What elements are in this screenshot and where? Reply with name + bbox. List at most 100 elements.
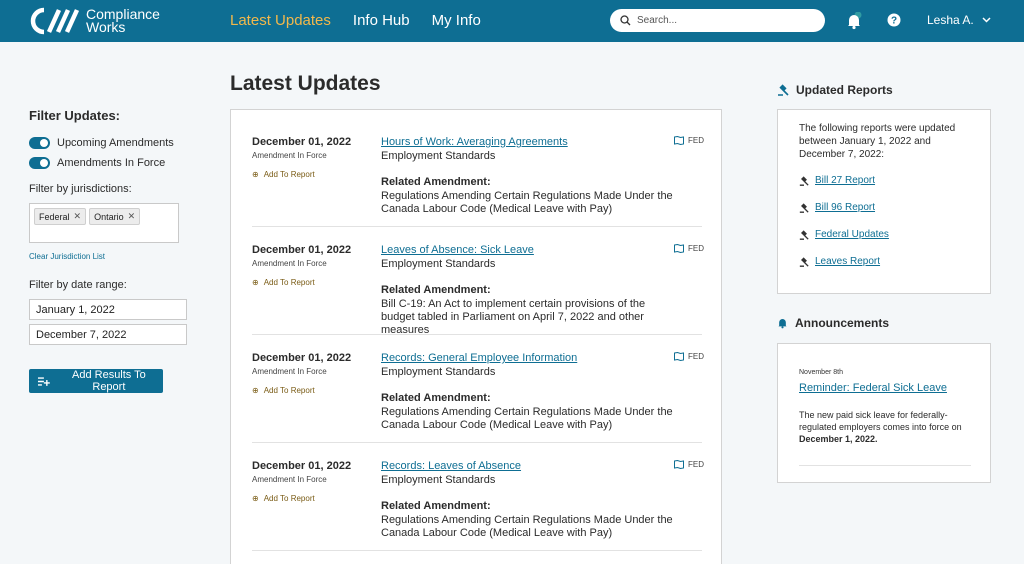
update-status: Amendment In Force xyxy=(252,367,327,376)
map-icon xyxy=(674,136,684,145)
report-link-label: Bill 96 Report xyxy=(815,202,876,213)
update-title-link[interactable]: Records: General Employee Information xyxy=(381,352,577,364)
update-item: December 01, 2022 Amendment In Force ⊕ Ad… xyxy=(252,443,704,551)
nav-my-info[interactable]: My Info xyxy=(432,12,481,29)
update-date: December 01, 2022 xyxy=(252,244,352,256)
plus-circle-icon: ⊕ xyxy=(252,494,259,503)
search-input[interactable] xyxy=(637,15,807,26)
update-date: December 01, 2022 xyxy=(252,136,352,148)
update-category: Employment Standards xyxy=(381,258,496,270)
announcement-body: The new paid sick leave for federally-re… xyxy=(799,409,971,445)
report-link[interactable]: Bill 27 Report xyxy=(799,175,875,186)
toggle-switch[interactable] xyxy=(29,137,50,149)
related-amendment-label: Related Amendment: xyxy=(381,284,491,296)
nav-info-hub[interactable]: Info Hub xyxy=(353,12,410,29)
update-category: Employment Standards xyxy=(381,366,496,378)
toggle-amendments-in-force[interactable]: Amendments In Force xyxy=(29,157,189,169)
chevron-down-icon xyxy=(982,17,991,23)
announcement-date: November 8th xyxy=(799,369,843,376)
search-box[interactable] xyxy=(610,9,825,32)
chip-label: Federal xyxy=(39,211,70,222)
jurisdiction-chip: Ontario ✕ xyxy=(89,208,141,225)
report-link-label: Bill 27 Report xyxy=(815,175,876,186)
add-results-label: Add Results To Report xyxy=(72,369,146,393)
brand-line-2: Works xyxy=(86,19,126,35)
related-amendment-label: Related Amendment: xyxy=(381,500,491,512)
update-category: Employment Standards xyxy=(381,150,496,162)
related-amendment-label: Related Amendment: xyxy=(381,392,491,404)
compliance-works-logo-icon xyxy=(30,7,80,35)
toggle-upcoming-amendments[interactable]: Upcoming Amendments xyxy=(29,137,189,149)
updated-reports-heading: Updated Reports xyxy=(777,83,893,97)
report-link[interactable]: Bill 96 Report xyxy=(799,202,875,213)
remove-icon[interactable]: ✕ xyxy=(128,211,136,222)
update-date: December 01, 2022 xyxy=(252,460,352,472)
jurisdiction-badge: FED xyxy=(674,460,704,469)
plus-circle-icon: ⊕ xyxy=(252,386,259,395)
notification-bell-icon[interactable] xyxy=(846,12,862,30)
add-to-report-link[interactable]: ⊕ Add To Report xyxy=(252,494,315,503)
update-title-link[interactable]: Hours of Work: Averaging Agreements xyxy=(381,136,568,148)
report-link-label: Federal Updates xyxy=(815,229,889,240)
report-link[interactable]: Leaves Report xyxy=(799,256,880,267)
add-list-icon xyxy=(37,376,50,386)
toggle-label: Upcoming Amendments xyxy=(57,137,174,149)
related-amendment-label: Related Amendment: xyxy=(381,176,491,188)
update-item: December 01, 2022 Amendment In Force ⊕ Ad… xyxy=(252,335,704,443)
announcement-body-text: The new paid sick leave for federally-re… xyxy=(799,410,962,432)
clear-jurisdiction-link[interactable]: Clear Jurisdiction List xyxy=(29,252,189,261)
update-category: Employment Standards xyxy=(381,474,496,486)
add-to-report-label: Add To Report xyxy=(263,494,315,503)
updates-list: December 01, 2022 Amendment In Force ⊕ Ad… xyxy=(230,109,722,564)
related-amendment-text: Regulations Amending Certain Regulations… xyxy=(381,190,673,215)
add-to-report-link[interactable]: ⊕ Add To Report xyxy=(252,170,315,179)
jurisdiction-badge: FED xyxy=(674,244,704,253)
jurisdiction-select[interactable]: Federal ✕ Ontario ✕ xyxy=(29,203,179,243)
jurisdiction-code: FED xyxy=(688,244,704,253)
jurisdiction-badge: FED xyxy=(674,136,704,145)
gavel-icon xyxy=(778,84,789,96)
add-to-report-link[interactable]: ⊕ Add To Report xyxy=(252,278,315,287)
update-title-link[interactable]: Leaves of Absence: Sick Leave xyxy=(381,244,534,256)
update-item: December 01, 2022 Amendment In Force ⊕ Ad… xyxy=(252,119,704,227)
update-status: Amendment In Force xyxy=(252,151,327,160)
chip-label: Ontario xyxy=(94,211,124,222)
related-amendment-text: Bill C-19: An Act to implement certain p… xyxy=(381,298,646,336)
nav-latest-updates[interactable]: Latest Updates xyxy=(230,12,331,29)
plus-circle-icon: ⊕ xyxy=(252,278,259,287)
user-menu[interactable]: Lesha A. xyxy=(927,13,991,27)
gavel-icon xyxy=(799,229,809,240)
map-icon xyxy=(674,244,684,253)
add-results-to-report-button[interactable]: Add Results To Report xyxy=(29,369,163,393)
update-item: December 01, 2022 Amendment In Force ⊕ Ad… xyxy=(252,227,704,336)
remove-icon[interactable]: ✕ xyxy=(74,211,82,222)
help-icon[interactable]: ? xyxy=(887,13,901,27)
brand-logo[interactable]: Compliance Works xyxy=(30,7,160,35)
report-link[interactable]: Federal Updates xyxy=(799,229,889,240)
announcement-body-date: December 1, 2022. xyxy=(799,434,878,444)
related-amendment-text: Regulations Amending Certain Regulations… xyxy=(381,406,673,431)
gavel-icon xyxy=(799,175,809,186)
user-name: Lesha A. xyxy=(927,13,974,27)
add-to-report-link[interactable]: ⊕ Add To Report xyxy=(252,386,315,395)
svg-text:?: ? xyxy=(891,16,897,27)
brand-wordmark: Compliance Works xyxy=(86,7,160,35)
add-to-report-label: Add To Report xyxy=(263,386,315,395)
jurisdiction-chip: Federal ✕ xyxy=(34,208,87,225)
gavel-icon xyxy=(799,256,809,267)
jurisdiction-code: FED xyxy=(688,136,704,145)
date-from-field[interactable]: January 1, 2022 xyxy=(29,299,187,320)
update-title-link[interactable]: Records: Leaves of Absence xyxy=(381,460,521,472)
announcements-title: Announcements xyxy=(795,316,890,330)
page-title: Latest Updates xyxy=(230,72,381,95)
updated-reports-panel: The following reports were updated betwe… xyxy=(777,109,991,294)
add-to-report-label: Add To Report xyxy=(263,278,315,287)
update-date: December 01, 2022 xyxy=(252,352,352,364)
announcement-title-link[interactable]: Reminder: Federal Sick Leave xyxy=(799,382,947,394)
jurisdiction-badge: FED xyxy=(674,352,704,361)
main-nav: Latest Updates Info Hub My Info xyxy=(230,12,481,29)
bell-icon xyxy=(778,319,787,329)
date-to-field[interactable]: December 7, 2022 xyxy=(29,324,187,345)
toggle-switch[interactable] xyxy=(29,157,50,169)
update-status: Amendment In Force xyxy=(252,475,327,484)
